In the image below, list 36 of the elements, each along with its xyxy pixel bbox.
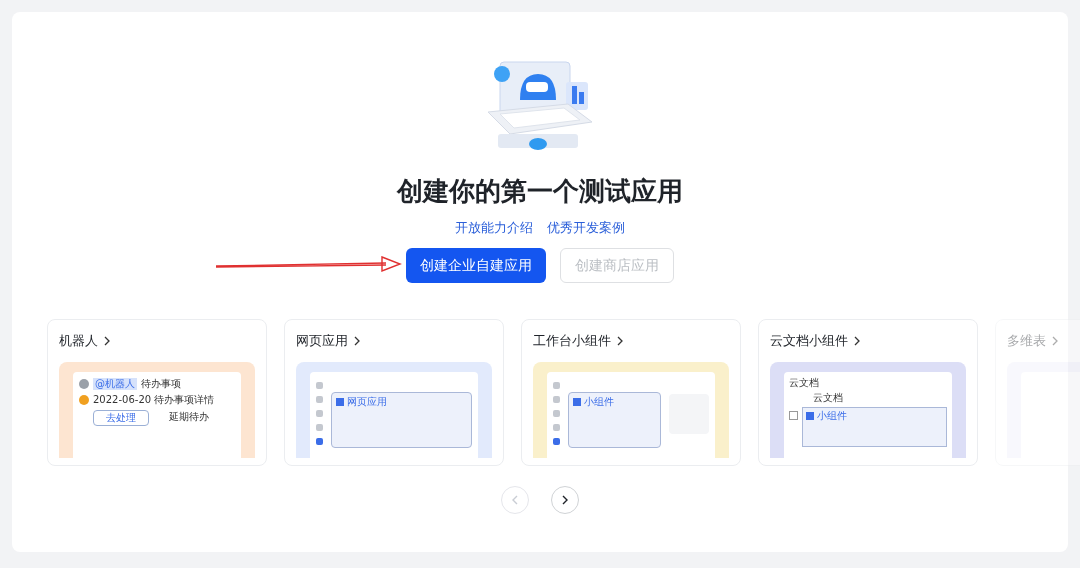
card-title: 网页应用	[296, 331, 348, 350]
chevron-right-icon	[1052, 335, 1059, 346]
preview-text: 云文档	[812, 391, 844, 404]
square-icon	[336, 397, 344, 406]
chevron-right-icon	[561, 494, 569, 505]
app-type-card[interactable]: 机器人 @机器人 待办事项 2022-06-20 待办事项详情 去处理 延期待办	[47, 318, 267, 466]
chevron-right-icon	[854, 335, 861, 346]
link[interactable]: 优秀开发案例	[547, 218, 625, 238]
chevron-right-icon	[617, 335, 624, 346]
bot-icon	[79, 394, 89, 405]
square-icon	[573, 397, 581, 406]
preview-title: 云文档	[789, 376, 820, 389]
app-type-card[interactable]: 云文档小组件 云文档 云文档 小组件	[758, 318, 978, 466]
app-type-card[interactable]: 工作台小组件 小组件	[521, 318, 741, 466]
preview-label: 延期待办	[168, 409, 210, 424]
create-app-button[interactable]: 创建企业自建应用	[406, 247, 546, 283]
chevron-left-icon	[511, 494, 519, 505]
chevron-right-icon	[104, 335, 111, 346]
link[interactable]: 开放能力介绍	[455, 218, 533, 238]
page-heading: 创建你的第一个测试应用	[397, 175, 683, 208]
card-title: 云文档小组件	[770, 331, 848, 350]
app-type-card[interactable]: 网页应用 网页应用	[284, 318, 504, 466]
card-title: 机器人	[59, 331, 98, 350]
chevron-right-icon	[354, 335, 361, 346]
preview-text: 网页应用	[347, 396, 387, 407]
preview-text: 小组件	[584, 396, 614, 407]
preview-text: 待办事项	[141, 377, 181, 390]
card-title: 工作台小组件	[533, 331, 611, 350]
preview-button: 去处理	[93, 409, 149, 426]
avatar-icon	[79, 378, 89, 389]
square-icon	[806, 411, 814, 420]
plus-icon	[789, 410, 798, 420]
preview-text: 小组件	[817, 410, 847, 421]
preview-text: 2022-06-20 待办事项详情	[93, 393, 215, 406]
mention-tag: @机器人	[93, 377, 137, 390]
card-title: 多维表	[1007, 331, 1046, 350]
